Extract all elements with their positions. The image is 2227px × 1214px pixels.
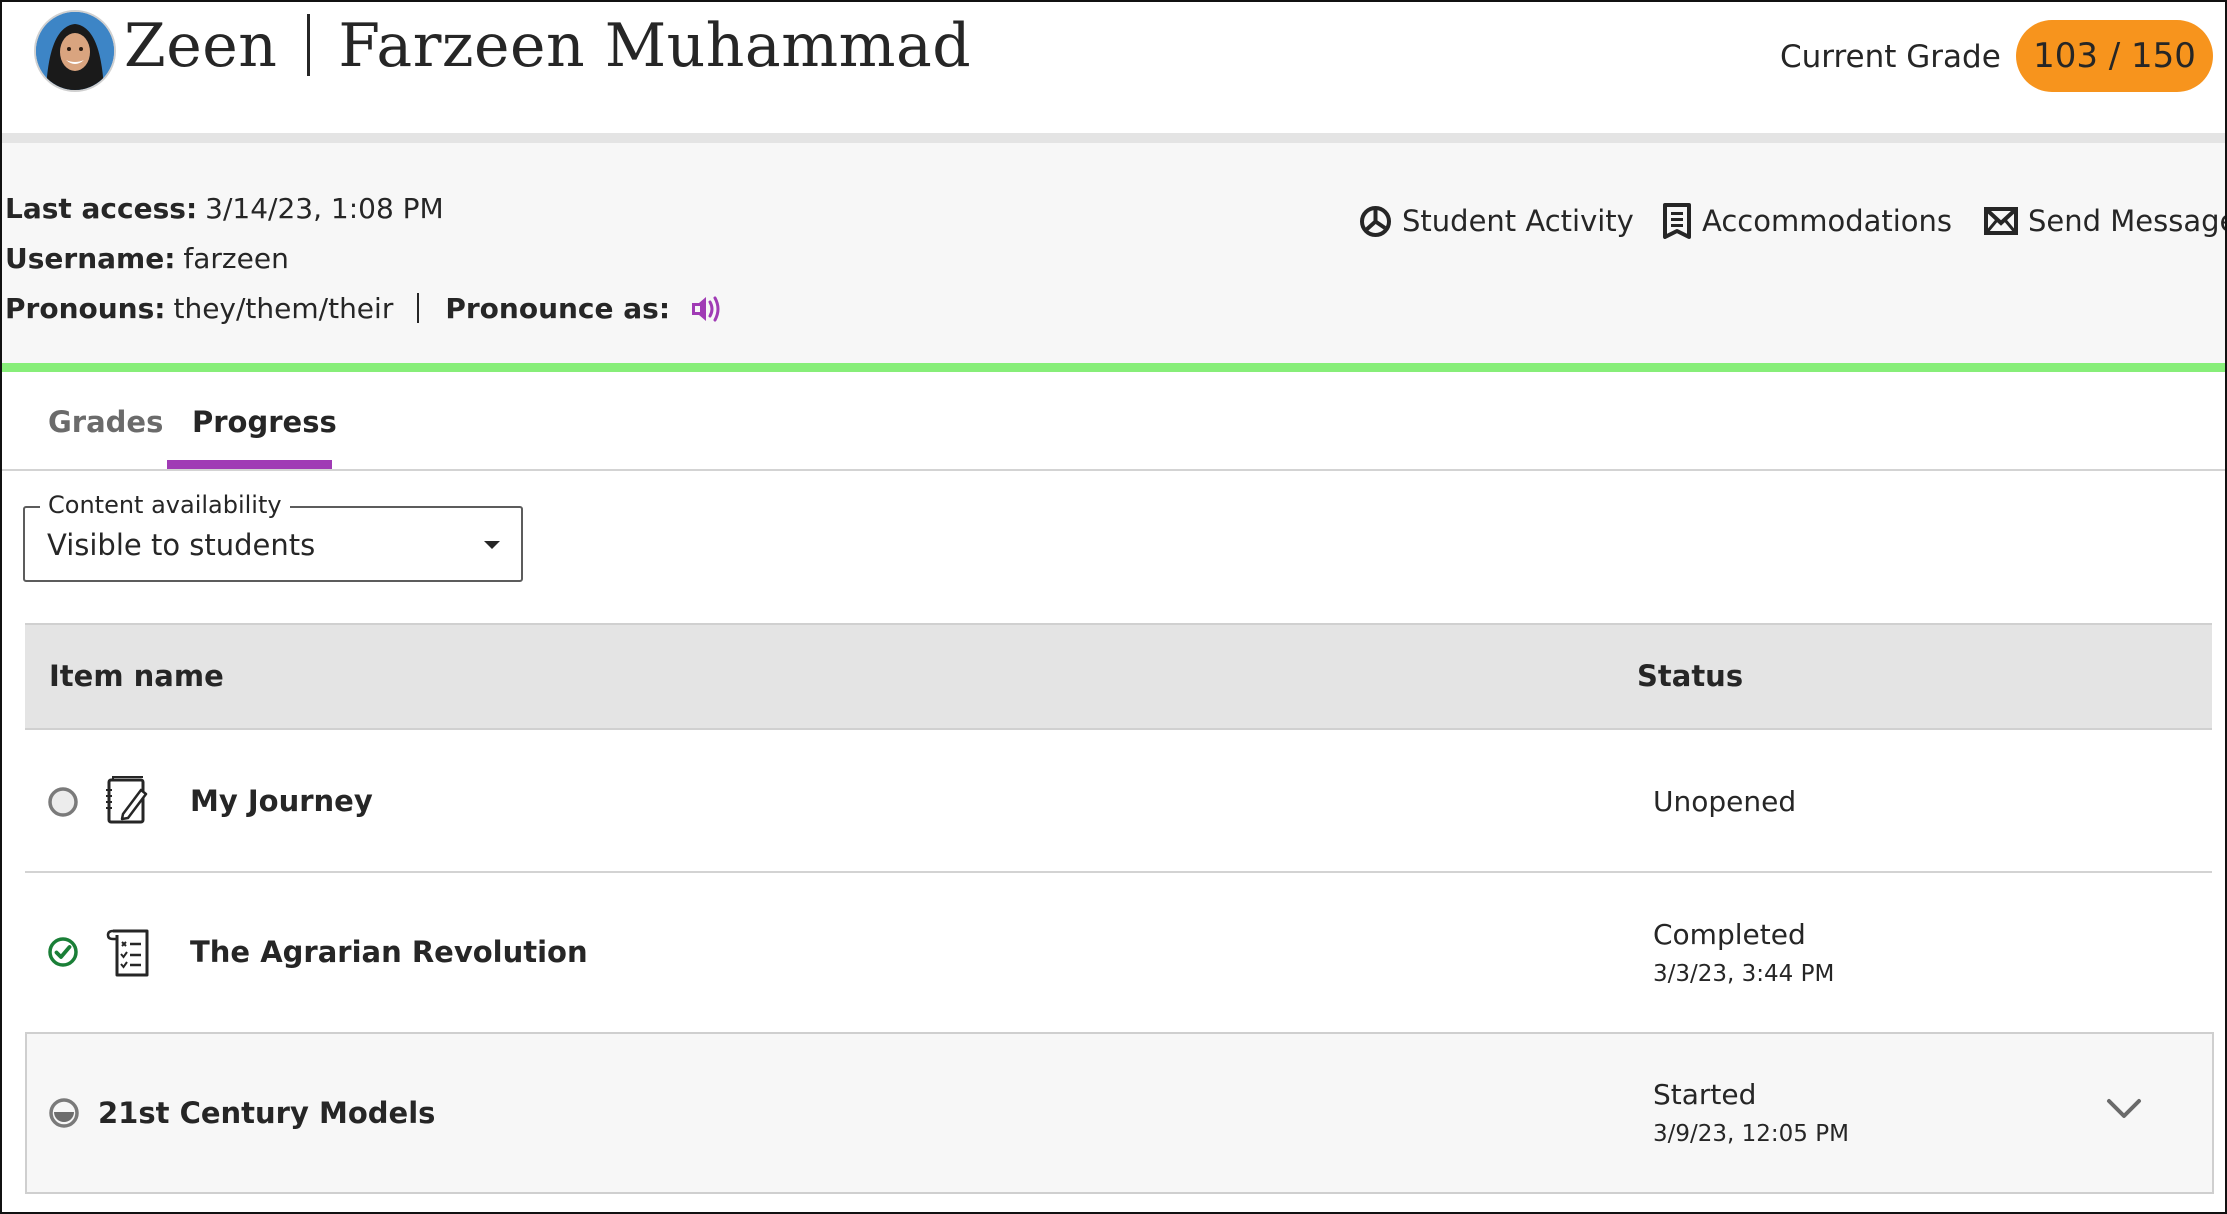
caret-down-icon	[484, 541, 500, 549]
last-access-value: 3/14/23, 1:08 PM	[205, 192, 444, 225]
content-availability-value: Visible to students	[47, 528, 316, 562]
send-message-label: Send Message	[2028, 204, 2227, 238]
journal-icon	[105, 776, 153, 830]
item-status: Started	[1653, 1078, 1757, 1111]
completed-check-icon	[47, 936, 79, 972]
assignment-checklist-icon	[105, 927, 155, 981]
chevron-down-icon[interactable]	[2106, 1097, 2142, 1125]
accommodations-label: Accommodations	[1702, 204, 1953, 238]
unopened-circle-icon	[47, 786, 79, 822]
item-name[interactable]: My Journey	[190, 780, 373, 822]
pronouns-label: Pronouns:	[5, 292, 166, 325]
current-grade-label: Current Grade	[1780, 39, 2001, 75]
current-grade-badge[interactable]: 103 / 150	[2016, 20, 2213, 92]
pronouns-row: Pronouns: they/them/their Pronounce as:	[5, 289, 724, 335]
last-access-label: Last access:	[5, 192, 198, 225]
item-name[interactable]: 21st Century Models	[98, 1092, 435, 1134]
student-activity-label: Student Activity	[1402, 204, 1634, 238]
content-availability-label: Content availability	[40, 488, 290, 522]
table-header	[25, 623, 2212, 730]
username-label: Username:	[5, 242, 176, 275]
accommodations-link[interactable]: Accommodations	[1662, 200, 1952, 242]
student-full-name: Farzeen Muhammad	[338, 11, 972, 81]
avatar	[34, 10, 116, 92]
column-header-item-name[interactable]: Item name	[49, 655, 224, 697]
accommodations-icon	[1663, 203, 1691, 239]
page-title: Zeen Farzeen Muhammad	[124, 4, 971, 88]
info-panel-border	[2, 363, 2225, 372]
item-status-date: 3/9/23, 12:05 PM	[1653, 1121, 1849, 1147]
tab-grades[interactable]: Grades	[48, 400, 163, 444]
avatar-photo-icon	[36, 12, 114, 90]
item-name[interactable]: The Agrarian Revolution	[190, 931, 588, 973]
active-tab-indicator	[167, 460, 332, 469]
speaker-icon[interactable]	[690, 294, 724, 335]
activity-pie-icon	[1360, 205, 1391, 237]
pronouns-separator	[417, 293, 420, 323]
student-activity-link[interactable]: Student Activity	[1359, 200, 1634, 242]
last-access-row: Last access: 3/14/23, 1:08 PM	[5, 189, 444, 229]
username-row: Username: farzeen	[5, 239, 289, 279]
tabs-divider	[2, 469, 2225, 471]
item-status: Completed	[1653, 918, 1806, 951]
column-header-status[interactable]: Status	[1637, 655, 1743, 697]
item-status: Unopened	[1653, 785, 1797, 818]
send-message-link[interactable]: Send Message	[1984, 200, 2227, 242]
item-status-date: 3/3/23, 3:44 PM	[1653, 961, 1835, 987]
tab-progress[interactable]: Progress	[192, 400, 337, 444]
student-nickname: Zeen	[124, 11, 278, 81]
mail-icon	[1984, 207, 2018, 235]
started-half-circle-icon	[48, 1097, 80, 1133]
pronounce-as-label: Pronounce as:	[445, 292, 671, 325]
title-separator	[307, 14, 311, 76]
username-value: farzeen	[183, 242, 289, 275]
header-divider	[2, 133, 2225, 143]
pronouns-value: they/them/their	[173, 292, 394, 325]
